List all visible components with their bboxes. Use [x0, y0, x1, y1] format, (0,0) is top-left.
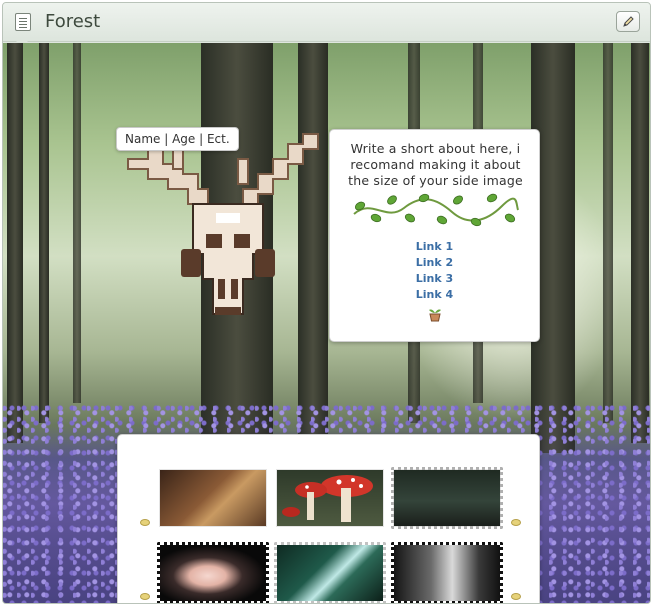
gallery-thumb-dark-woods[interactable]	[391, 467, 503, 529]
edit-button[interactable]	[616, 11, 640, 32]
titlebar: Forest	[3, 3, 650, 47]
link-3[interactable]: Link 3	[330, 271, 539, 287]
gallery-card	[117, 434, 540, 603]
about-text: Write a short about here, i recomand mak…	[348, 141, 523, 188]
decor-pill-icon	[140, 519, 150, 526]
gallery-thumb-deer[interactable]	[160, 470, 266, 526]
profile-widget: Forest Name | Age | Ect. Write a short a…	[2, 2, 651, 604]
decor-pill-icon	[511, 519, 521, 526]
window-title: Forest	[45, 11, 101, 32]
link-2[interactable]: Link 2	[330, 255, 539, 271]
gallery-thumb-rose[interactable]	[157, 542, 269, 603]
about-card: Write a short about here, i recomand mak…	[329, 129, 540, 342]
tree-trunk	[603, 43, 613, 423]
gallery-thumb-rain-window[interactable]	[391, 542, 503, 603]
gallery-thumb-mushrooms[interactable]	[277, 470, 383, 526]
notes-icon	[15, 13, 31, 31]
decor-pill-icon	[140, 593, 150, 600]
link-1[interactable]: Link 1	[330, 239, 539, 255]
tree-trunk	[73, 43, 81, 403]
forest-background: Name | Age | Ect. Write a short about he…	[3, 43, 650, 603]
gallery-thumb-waterfall[interactable]	[274, 542, 386, 603]
decor-pill-icon	[511, 593, 521, 600]
tree-trunk	[7, 43, 23, 443]
sprout-pot-icon	[429, 309, 441, 322]
link-4[interactable]: Link 4	[330, 287, 539, 303]
tree-trunk	[631, 43, 649, 443]
link-list: Link 1 Link 2 Link 3 Link 4	[330, 239, 539, 303]
mushroom-icon	[282, 475, 373, 522]
deer-skull-image	[127, 133, 319, 315]
tree-trunk	[39, 43, 49, 423]
pencil-icon	[623, 16, 634, 27]
vine-divider-icon	[353, 193, 519, 227]
name-age-label: Name | Age | Ect.	[116, 127, 239, 151]
